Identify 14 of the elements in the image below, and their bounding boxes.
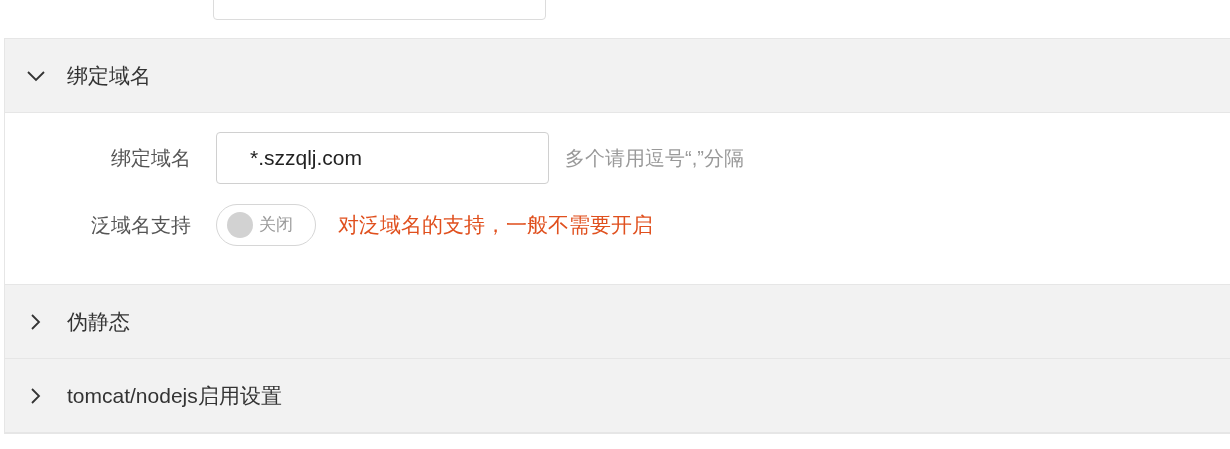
chevron-right-icon (30, 386, 42, 405)
chevron-right-icon (30, 312, 42, 331)
chevron-down-icon (26, 69, 46, 82)
warning-text: 对泛域名的支持，一般不需要开启 (338, 212, 653, 239)
field-hint: 多个请用逗号“,”分隔 (565, 146, 744, 171)
section-header[interactable]: 伪静态 (5, 285, 1230, 359)
input-field[interactable]: *.szzqlj.com (216, 132, 549, 184)
section-header[interactable]: 绑定域名 (5, 39, 1230, 113)
section-title: 伪静态 (67, 308, 130, 335)
section-title: tomcat/nodejs启用设置 (67, 382, 282, 409)
section-title: 绑定域名 (67, 62, 151, 89)
section-header[interactable]: tomcat/nodejs启用设置 (5, 359, 1230, 433)
field-label: 泛域名支持 (90, 213, 192, 238)
field-label: 绑定域名 (110, 146, 192, 171)
